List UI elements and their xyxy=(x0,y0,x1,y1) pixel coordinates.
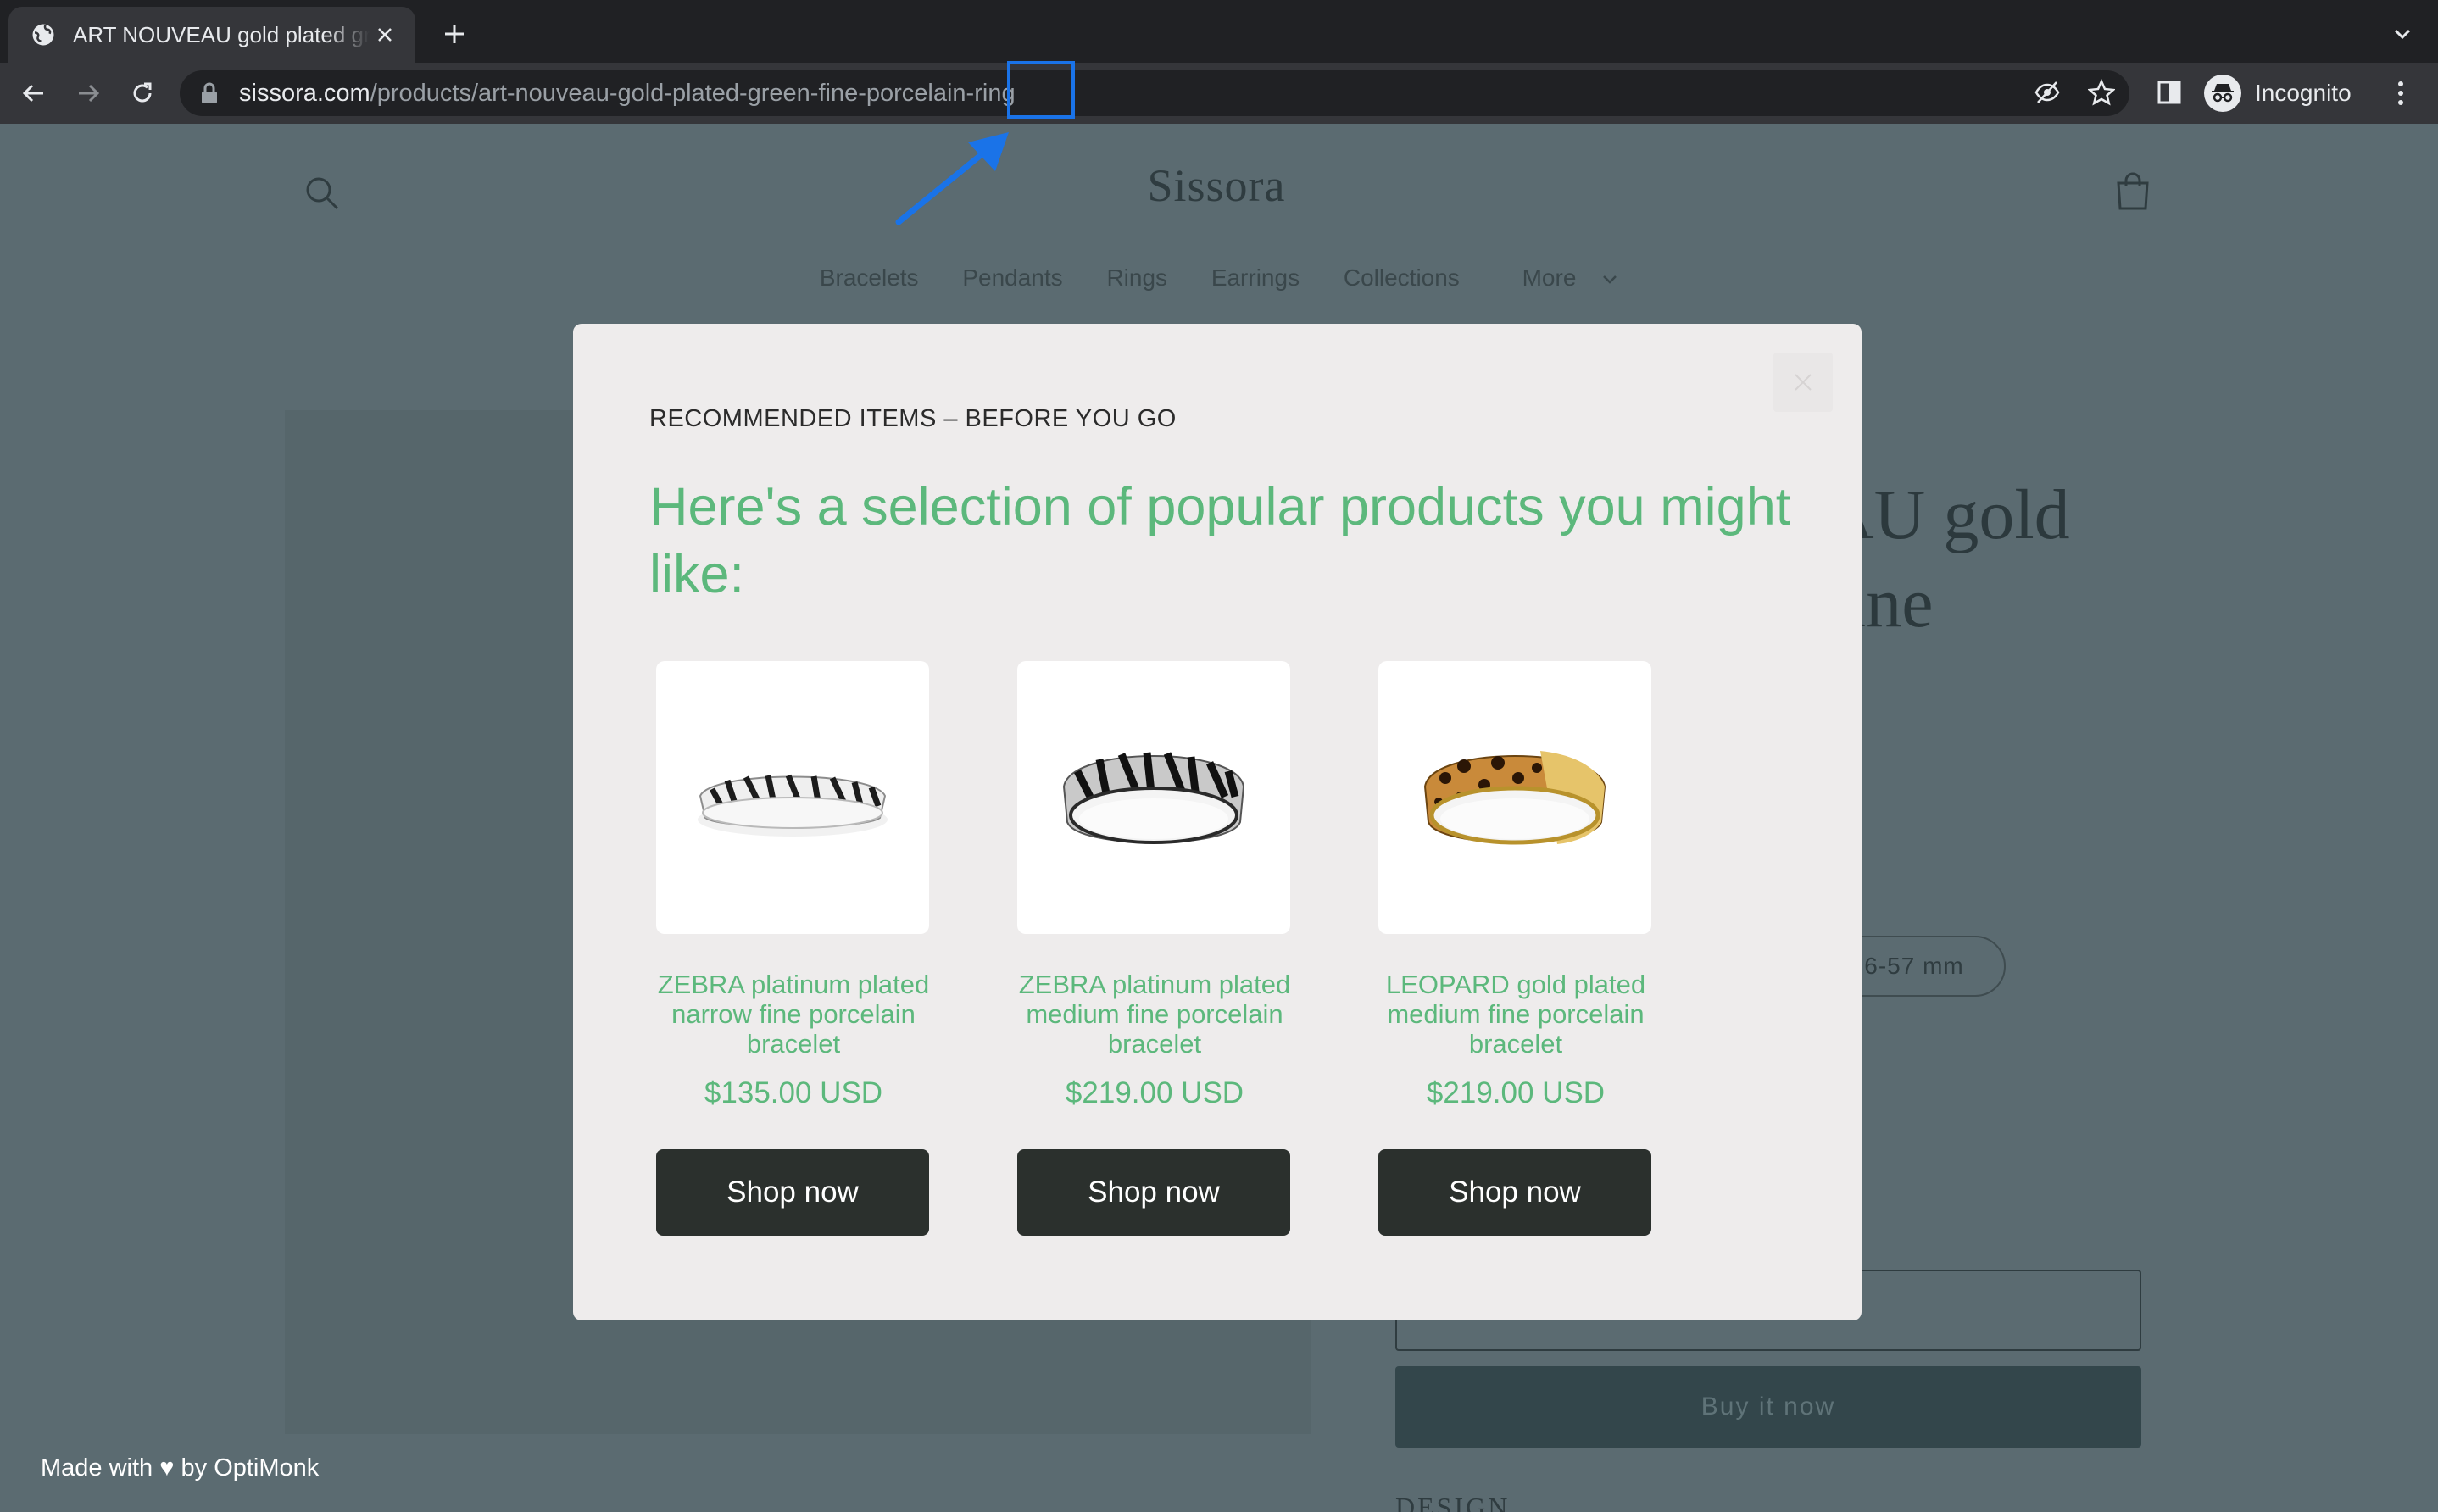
kebab-menu-icon[interactable] xyxy=(2382,75,2419,112)
shop-now-button[interactable]: Shop now xyxy=(656,1149,929,1236)
nav-item-bracelets[interactable]: Bracelets xyxy=(820,264,919,291)
browser-toolbar: sissora.com/products/art-nouveau-gold-pl… xyxy=(0,63,2438,124)
product-image-zebra-medium[interactable] xyxy=(1017,661,1290,934)
side-panel-icon[interactable] xyxy=(2148,71,2190,114)
url-highlight-annotation xyxy=(1007,61,1075,119)
reload-icon[interactable] xyxy=(124,75,161,112)
optimonk-branding[interactable]: Made with ♥ by OptiMonk xyxy=(41,1454,319,1482)
product-image-leopard-medium[interactable] xyxy=(1378,661,1651,934)
product-name[interactable]: LEOPARD gold plated medium fine porcelai… xyxy=(1363,970,1668,1059)
shop-now-button[interactable]: Shop now xyxy=(1378,1149,1651,1236)
popup-close-button[interactable] xyxy=(1773,353,1833,412)
site-logo[interactable]: Sissora xyxy=(1102,159,1331,212)
popup-eyebrow: RECOMMENDED ITEMS – BEFORE YOU GO xyxy=(649,405,1177,432)
chevron-down-icon xyxy=(1603,275,1617,284)
bookmark-star-icon[interactable] xyxy=(2080,71,2123,114)
bracelet-image xyxy=(1062,752,1245,844)
nav-item-more[interactable]: More xyxy=(1504,264,1619,291)
browser-tab-strip: ART NOUVEAU gold plated green fine porce… xyxy=(0,0,2438,63)
nav-item-earrings[interactable]: Earrings xyxy=(1211,264,1300,291)
bracelet-image xyxy=(1423,751,1606,845)
buy-it-now-button[interactable]: Buy it now xyxy=(1395,1366,2141,1448)
product-name[interactable]: ZEBRA platinum plated medium fine porcel… xyxy=(1002,970,1307,1059)
url-text: sissora.com/products/art-nouveau-gold-pl… xyxy=(239,80,1016,108)
nav-item-pendants[interactable]: Pendants xyxy=(962,264,1062,291)
bracelet-image xyxy=(698,774,888,837)
incognito-label: Incognito xyxy=(2255,80,2352,106)
address-bar[interactable]: sissora.com/products/art-nouveau-gold-pl… xyxy=(180,70,2129,116)
globe-icon xyxy=(32,24,54,46)
annotation-arrow-icon xyxy=(895,132,1009,225)
product-price: $135.00 USD xyxy=(704,1076,883,1109)
search-icon[interactable] xyxy=(303,175,341,212)
nav-more-label: More xyxy=(1522,264,1577,291)
lock-icon xyxy=(202,82,217,103)
url-host: sissora.com xyxy=(239,79,370,107)
back-arrow-icon[interactable] xyxy=(15,75,53,112)
eye-slash-icon[interactable] xyxy=(2026,71,2068,114)
tab-title: ART NOUVEAU gold plated green fine porce… xyxy=(73,21,370,47)
popup-headline: Here's a selection of popular products y… xyxy=(649,477,1791,604)
nav-item-collections[interactable]: Collections xyxy=(1344,264,1460,291)
url-path: /products/art-nouveau-gold-plated-green-… xyxy=(370,79,1016,107)
product-name[interactable]: ZEBRA platinum plated narrow fine porcel… xyxy=(641,970,946,1059)
design-heading: DESIGN xyxy=(1395,1492,1511,1512)
close-icon xyxy=(1795,374,1812,391)
forward-arrow-icon[interactable] xyxy=(70,75,107,112)
close-tab-icon[interactable] xyxy=(370,19,400,50)
incognito-profile-button[interactable]: Incognito xyxy=(2199,70,2372,116)
browser-tab[interactable]: ART NOUVEAU gold plated green fine porce… xyxy=(8,7,415,63)
nav-item-rings[interactable]: Rings xyxy=(1106,264,1167,291)
incognito-icon xyxy=(2204,75,2241,112)
product-image-zebra-narrow[interactable] xyxy=(656,661,929,934)
site-navigation: Bracelets Pendants Rings Earrings Collec… xyxy=(0,264,2438,292)
product-price: $219.00 USD xyxy=(1065,1076,1244,1109)
recommendation-popup: RECOMMENDED ITEMS – BEFORE YOU GO Here's… xyxy=(573,324,1862,1320)
shop-now-button[interactable]: Shop now xyxy=(1017,1149,1290,1236)
tab-search-chevron-icon[interactable] xyxy=(2385,17,2419,51)
product-price: $219.00 USD xyxy=(1426,1076,1606,1109)
new-tab-icon[interactable] xyxy=(436,15,473,53)
cart-icon[interactable] xyxy=(2114,171,2151,212)
